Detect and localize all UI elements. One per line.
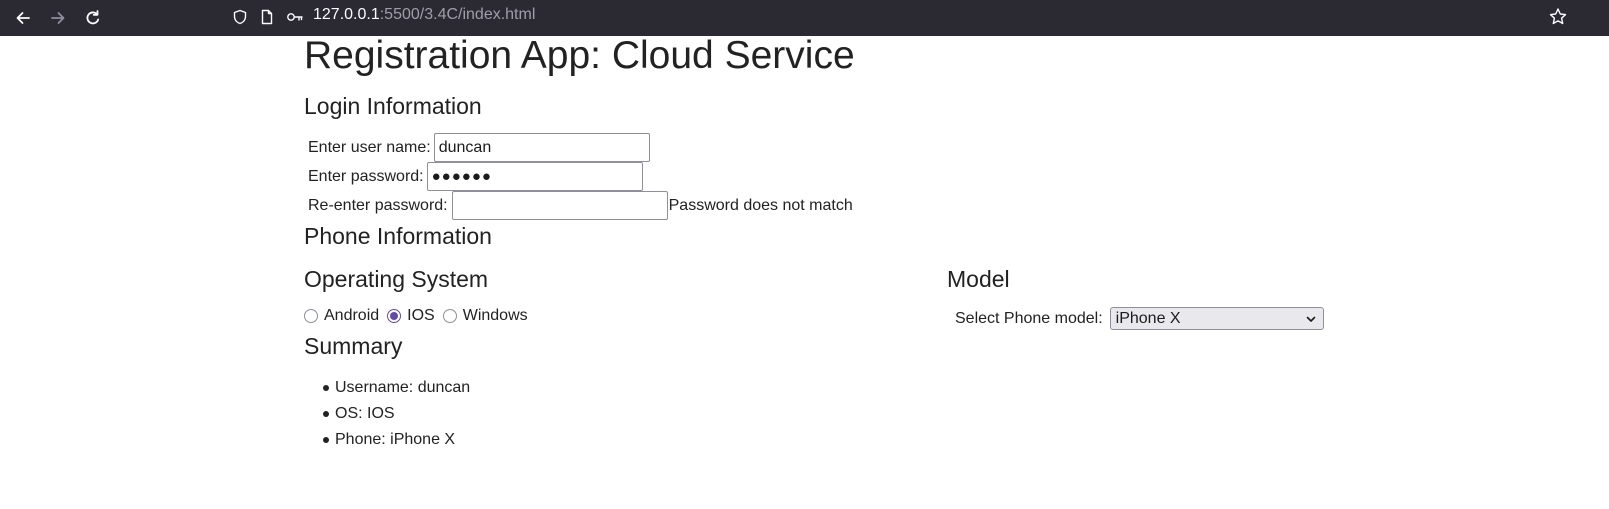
password-mismatch-message: Password does not match bbox=[668, 196, 853, 214]
model-heading: Model bbox=[947, 266, 1010, 292]
page-title: Registration App: Cloud Service bbox=[304, 34, 855, 77]
radio-windows[interactable] bbox=[442, 309, 457, 323]
reenter-password-input[interactable] bbox=[451, 191, 668, 220]
summary-list: Username: duncan OS: IOS Phone: iPhone X bbox=[322, 375, 470, 453]
summary-item-phone: Phone: iPhone X bbox=[322, 427, 470, 453]
radio-label-ios[interactable]: IOS bbox=[407, 307, 435, 325]
page-icon[interactable] bbox=[258, 8, 276, 26]
reload-icon bbox=[86, 10, 100, 25]
model-select-label: Select Phone model: bbox=[955, 309, 1103, 327]
summary-item-os: OS: IOS bbox=[322, 401, 470, 427]
shield-icon[interactable] bbox=[231, 8, 249, 26]
phone-heading: Phone Information bbox=[304, 223, 492, 249]
bookmark-star-icon[interactable] bbox=[1548, 7, 1568, 27]
back-button[interactable] bbox=[9, 4, 37, 32]
arrow-right-icon bbox=[51, 12, 65, 24]
radio-label-android[interactable]: Android bbox=[324, 307, 379, 325]
forward-button[interactable] bbox=[44, 4, 72, 32]
radio-android[interactable] bbox=[304, 309, 318, 323]
model-select-row: Select Phone model: iPhone X bbox=[955, 307, 1324, 330]
chevron-down-icon bbox=[1306, 316, 1315, 322]
key-icon[interactable] bbox=[286, 8, 304, 26]
arrow-left-icon bbox=[16, 12, 30, 24]
url-host: 127.0.0.1 bbox=[313, 6, 380, 23]
username-label: Enter user name: bbox=[308, 138, 431, 156]
url-bar[interactable]: 127.0.0.1:5500/3.4C/index.html bbox=[313, 6, 535, 24]
login-heading: Login Information bbox=[304, 93, 482, 119]
username-row: Enter user name: duncan bbox=[308, 133, 650, 162]
browser-toolbar: 127.0.0.1:5500/3.4C/index.html bbox=[0, 0, 1609, 36]
password-label: Enter password: bbox=[308, 167, 424, 185]
os-radio-group: Android IOS Windows bbox=[304, 307, 536, 325]
reenter-password-label: Re-enter password: bbox=[308, 196, 448, 214]
username-input[interactable]: duncan bbox=[433, 133, 650, 162]
summary-heading: Summary bbox=[304, 333, 403, 359]
summary-item-username: Username: duncan bbox=[322, 375, 470, 401]
url-path: :5500/3.4C/index.html bbox=[379, 6, 536, 23]
os-heading: Operating System bbox=[304, 266, 489, 292]
model-select[interactable]: iPhone X bbox=[1109, 307, 1324, 330]
radio-ios[interactable] bbox=[387, 309, 402, 323]
password-input[interactable]: ●●●●●● bbox=[426, 162, 643, 191]
model-select-value: iPhone X bbox=[1115, 309, 1181, 327]
radio-label-windows[interactable]: Windows bbox=[463, 307, 528, 325]
reload-button[interactable] bbox=[79, 4, 107, 32]
password-row: Enter password: ●●●●●● bbox=[308, 162, 643, 191]
reenter-password-row: Re-enter password: Password does not mat… bbox=[308, 191, 853, 220]
